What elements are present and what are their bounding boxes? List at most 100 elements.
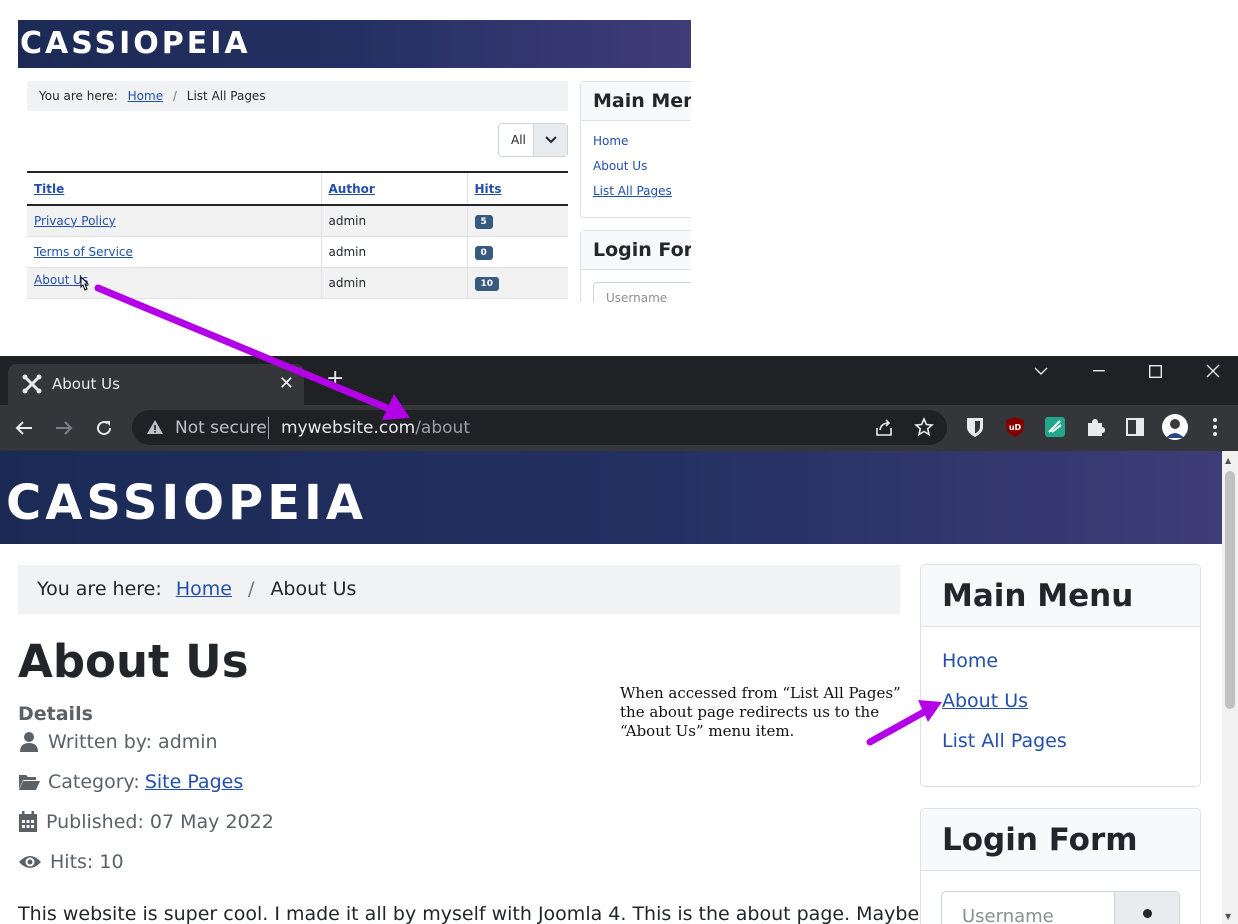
tab-search-chevron-icon[interactable] bbox=[1012, 356, 1070, 386]
breadcrumb-separator: / bbox=[247, 578, 255, 600]
warning-icon[interactable] bbox=[146, 418, 164, 436]
author-cell: admin bbox=[321, 205, 468, 237]
inset-menu-item-list-all-pages[interactable]: List All Pages bbox=[593, 179, 687, 204]
username-input[interactable]: Username bbox=[941, 891, 1115, 924]
calendar-icon bbox=[19, 811, 37, 832]
column-header-hits[interactable]: Hits bbox=[467, 171, 568, 206]
url-host: mywebsite.com bbox=[281, 418, 416, 438]
inset-main-menu-card: Main Men Home About Us List All Pages bbox=[580, 81, 691, 218]
user-icon bbox=[20, 732, 38, 752]
back-icon[interactable] bbox=[10, 414, 38, 442]
inset-menu-item-about-us[interactable]: About Us bbox=[593, 154, 687, 179]
username-icon-button[interactable] bbox=[1114, 891, 1180, 924]
tab-about-us[interactable]: About Us ✕ bbox=[8, 364, 304, 405]
hits-badge: 5 bbox=[474, 214, 493, 229]
chevron-down-icon[interactable] bbox=[533, 124, 567, 156]
user-dot-icon bbox=[1143, 909, 1152, 918]
column-header-title[interactable]: Title bbox=[27, 171, 322, 206]
breadcrumb: You are here: Home / About Us bbox=[18, 565, 900, 614]
annotation-line: When accessed from “List All Pages” bbox=[620, 684, 901, 702]
inset-main-menu-list: Home About Us List All Pages bbox=[581, 121, 691, 212]
annotation-line: the about page redirects us to the bbox=[620, 703, 880, 721]
menu-item-home[interactable]: Home bbox=[942, 641, 1179, 681]
mouse-cursor-icon bbox=[80, 275, 90, 291]
browser-toolbar: Not secure mywebsite.com/about uD bbox=[0, 405, 1238, 451]
svg-text:uD: uD bbox=[1009, 423, 1022, 432]
meta-published: Published: 07 May 2022 bbox=[18, 811, 274, 833]
security-status[interactable]: Not secure bbox=[175, 418, 267, 438]
inset-login-title: Login Forr bbox=[581, 231, 691, 270]
page-viewport: CASSIOPEIA You are here: Home / About Us… bbox=[0, 451, 1222, 924]
close-tab-icon[interactable]: ✕ bbox=[279, 373, 294, 394]
page-title: About Us bbox=[18, 635, 249, 688]
site-logo[interactable]: CASSIOPEIA bbox=[6, 475, 367, 531]
scroll-up-arrow-icon[interactable]: ▲ bbox=[1225, 456, 1231, 465]
feather-extension-icon[interactable] bbox=[1044, 416, 1066, 438]
inset-main-menu-title: Main Men bbox=[581, 82, 691, 121]
inset-site-logo[interactable]: CASSIOPEIA bbox=[20, 26, 251, 61]
author-cell: admin bbox=[321, 267, 468, 299]
ublock-origin-extension-icon[interactable]: uD bbox=[1004, 416, 1026, 438]
minimize-icon[interactable] bbox=[1070, 356, 1128, 386]
url-path: /about bbox=[415, 418, 470, 438]
more-options-icon[interactable] bbox=[1204, 416, 1226, 438]
meta-author: Written by: admin bbox=[18, 731, 218, 753]
menu-item-about-us[interactable]: About Us bbox=[942, 681, 1179, 721]
reload-icon[interactable] bbox=[90, 414, 118, 442]
details-heading: Details bbox=[18, 703, 93, 725]
main-menu-list: Home About Us List All Pages bbox=[921, 627, 1200, 775]
meta-category: Category: Site Pages bbox=[18, 771, 243, 793]
bookmark-star-icon[interactable] bbox=[914, 417, 934, 437]
inset-username-input[interactable]: Username bbox=[593, 282, 691, 302]
side-panel-icon[interactable] bbox=[1124, 416, 1146, 438]
main-menu-title: Main Menu bbox=[921, 565, 1200, 627]
column-header-author[interactable]: Author bbox=[321, 171, 468, 206]
tab-title: About Us bbox=[52, 375, 120, 393]
scroll-down-arrow-icon[interactable]: ▼ bbox=[1225, 912, 1231, 921]
site-header: CASSIOPEIA bbox=[0, 451, 1222, 544]
table-row: Terms of Service admin 0 bbox=[27, 236, 568, 268]
author-text: Written by: admin bbox=[48, 731, 218, 753]
inset-filter-value: All bbox=[511, 133, 526, 147]
page-scrollbar[interactable]: ▲ ▼ bbox=[1222, 451, 1238, 924]
url-text[interactable]: mywebsite.com/about bbox=[281, 418, 470, 438]
table-header-row: Title Author Hits bbox=[27, 171, 568, 206]
puzzle-extensions-icon[interactable] bbox=[1084, 416, 1106, 438]
main-menu-card: Main Menu Home About Us List All Pages bbox=[920, 564, 1201, 787]
browser-window: About Us ✕ + Not secure mywebsite.com/ab… bbox=[0, 356, 1238, 924]
published-text: Published: 07 May 2022 bbox=[46, 811, 274, 833]
address-divider bbox=[268, 417, 269, 439]
joomla-favicon-icon bbox=[22, 374, 42, 394]
inset-breadcrumb-prefix: You are here: bbox=[39, 89, 118, 103]
inset-site-header: CASSIOPEIA bbox=[18, 20, 691, 68]
login-form-card: Login Form Username bbox=[920, 808, 1201, 924]
category-link[interactable]: Site Pages bbox=[145, 771, 243, 793]
folder-open-icon bbox=[19, 775, 40, 790]
inset-filter-select[interactable]: All bbox=[498, 123, 568, 157]
new-tab-icon[interactable]: + bbox=[326, 366, 344, 391]
hits-badge: 0 bbox=[474, 245, 493, 260]
inset-menu-item-home[interactable]: Home bbox=[593, 129, 687, 154]
share-icon[interactable] bbox=[874, 418, 894, 438]
page-link[interactable]: Privacy Policy bbox=[34, 214, 116, 228]
scrollbar-thumb[interactable] bbox=[1225, 471, 1235, 709]
breadcrumb-prefix: You are here: bbox=[37, 578, 162, 600]
inset-breadcrumb-current: List All Pages bbox=[186, 89, 266, 103]
hits-badge: 10 bbox=[474, 276, 500, 291]
author-cell: admin bbox=[321, 236, 468, 268]
forward-icon[interactable] bbox=[50, 414, 78, 442]
breadcrumb-home-link[interactable]: Home bbox=[176, 578, 232, 600]
inset-breadcrumb: You are here: Home / List All Pages bbox=[27, 81, 568, 111]
profile-avatar[interactable] bbox=[1162, 414, 1188, 440]
hits-text: Hits: 10 bbox=[50, 851, 124, 873]
maximize-icon[interactable] bbox=[1126, 356, 1184, 386]
page-link[interactable]: Terms of Service bbox=[34, 245, 133, 259]
tab-strip: About Us ✕ + bbox=[0, 356, 1238, 405]
close-window-icon[interactable] bbox=[1184, 356, 1238, 386]
menu-item-list-all-pages[interactable]: List All Pages bbox=[942, 721, 1179, 761]
inset-breadcrumb-separator: / bbox=[172, 89, 177, 103]
category-label: Category: bbox=[48, 771, 140, 793]
inset-breadcrumb-home-link[interactable]: Home bbox=[128, 89, 163, 103]
address-bar[interactable]: Not secure mywebsite.com/about bbox=[132, 410, 947, 445]
bitwarden-extension-icon[interactable] bbox=[964, 416, 986, 438]
